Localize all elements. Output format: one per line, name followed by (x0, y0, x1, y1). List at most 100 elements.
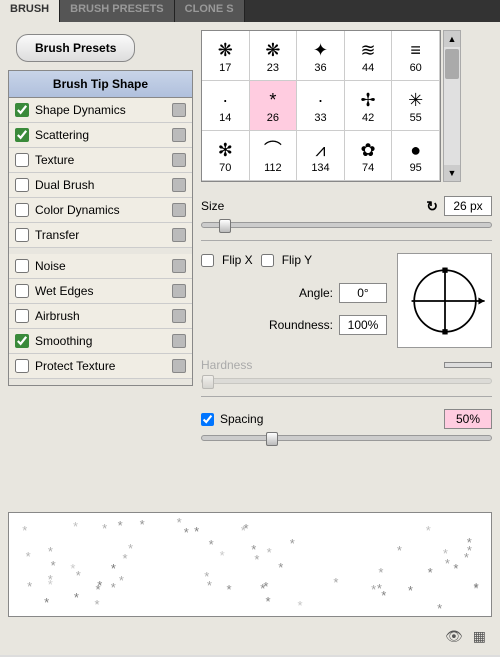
lock-icon[interactable] (172, 128, 186, 142)
brush-swatch[interactable]: ·14 (202, 81, 250, 131)
swatch-size: 26 (267, 112, 279, 124)
scroll-thumb[interactable] (445, 49, 459, 79)
option-scattering[interactable]: Scattering (9, 123, 192, 148)
option-label: Noise (35, 259, 66, 273)
brush-swatch[interactable]: ✿74 (345, 131, 393, 181)
flip-y-label: Flip Y (282, 253, 312, 267)
option-checkbox[interactable] (15, 103, 29, 117)
preview-dot: * (27, 579, 32, 594)
angle-input[interactable]: 0° (339, 283, 387, 303)
spacing-checkbox[interactable] (201, 413, 214, 426)
brush-swatch[interactable]: ⌒112 (250, 131, 298, 181)
new-preset-icon[interactable]: ▦ (473, 628, 486, 645)
option-checkbox[interactable] (15, 128, 29, 142)
option-checkbox[interactable] (15, 228, 29, 242)
roundness-label: Roundness: (269, 318, 333, 332)
brush-tip-shape-header[interactable]: Brush Tip Shape (9, 71, 192, 98)
brush-swatch[interactable]: ❋17 (202, 31, 250, 81)
option-shape-dynamics[interactable]: Shape Dynamics (9, 98, 192, 123)
lock-icon[interactable] (172, 103, 186, 117)
size-input[interactable]: 26 px (444, 196, 492, 216)
brush-swatch[interactable]: ✻70 (202, 131, 250, 181)
preview-dot: * (184, 525, 189, 540)
option-smoothing[interactable]: Smoothing (9, 329, 192, 354)
swatch-size: 55 (410, 112, 422, 124)
size-slider[interactable] (201, 222, 492, 228)
lock-icon[interactable] (172, 259, 186, 273)
swatch-glyph-icon: ⌒ (264, 138, 282, 162)
option-label: Wet Edges (35, 284, 93, 298)
option-texture[interactable]: Texture (9, 148, 192, 173)
brush-swatch[interactable]: ≋44 (345, 31, 393, 81)
option-checkbox[interactable] (15, 259, 29, 273)
preview-dot: * (128, 541, 133, 556)
swatch-glyph-icon: ⩘ (315, 138, 325, 162)
option-checkbox[interactable] (15, 153, 29, 167)
preview-dot: * (244, 521, 249, 536)
preview-dot: * (26, 549, 31, 564)
flip-y-checkbox[interactable] (261, 254, 274, 267)
option-airbrush[interactable]: Airbrush (9, 304, 192, 329)
option-label: Protect Texture (35, 359, 115, 373)
brush-swatch[interactable]: ✳55 (392, 81, 440, 131)
lock-icon[interactable] (172, 334, 186, 348)
brush-presets-button[interactable]: Brush Presets (16, 34, 135, 62)
lock-icon[interactable] (172, 203, 186, 217)
brush-swatch-grid[interactable]: ❋17❋23✦36≋44≡60·14*26·33✢42✳55✻70⌒112⩘13… (201, 30, 441, 182)
angle-label: Angle: (299, 286, 333, 300)
brush-swatch[interactable]: ●95 (392, 131, 440, 181)
option-checkbox[interactable] (15, 359, 29, 373)
preview-toggle-icon[interactable]: 👁 (445, 628, 463, 645)
reset-size-icon[interactable]: ↻ (426, 198, 438, 215)
option-noise[interactable]: Noise (9, 254, 192, 279)
lock-icon[interactable] (172, 309, 186, 323)
spacing-slider[interactable] (201, 435, 492, 441)
option-checkbox[interactable] (15, 309, 29, 323)
swatch-scrollbar[interactable]: ▲ ▼ (443, 30, 461, 182)
lock-icon[interactable] (172, 359, 186, 373)
scroll-down-icon[interactable]: ▼ (444, 165, 460, 181)
brush-swatch[interactable]: *26 (250, 81, 298, 131)
preview-dot: * (70, 561, 75, 576)
option-dual-brush[interactable]: Dual Brush (9, 173, 192, 198)
option-protect-texture[interactable]: Protect Texture (9, 354, 192, 379)
swatch-size: 95 (410, 162, 422, 174)
swatch-glyph-icon: ✻ (218, 138, 233, 162)
preview-dot: * (437, 601, 442, 616)
tab-brush[interactable]: BRUSH (0, 0, 60, 22)
angle-widget[interactable] (397, 253, 492, 348)
option-checkbox[interactable] (15, 203, 29, 217)
brush-swatch[interactable]: ✢42 (345, 81, 393, 131)
lock-icon[interactable] (172, 153, 186, 167)
preview-dot: * (254, 552, 259, 567)
spacing-input[interactable]: 50% (444, 409, 492, 429)
preview-dot: * (265, 594, 270, 609)
option-checkbox[interactable] (15, 334, 29, 348)
swatch-size: 36 (314, 62, 326, 74)
tab-clone-source[interactable]: CLONE S (175, 0, 245, 22)
option-transfer[interactable]: Transfer (9, 223, 192, 248)
brush-swatch[interactable]: ≡60 (392, 31, 440, 81)
preview-dot: * (44, 595, 49, 610)
option-checkbox[interactable] (15, 178, 29, 192)
preview-dot: * (97, 578, 102, 593)
lock-icon[interactable] (172, 178, 186, 192)
brush-swatch[interactable]: ✦36 (297, 31, 345, 81)
preview-dot: * (22, 523, 27, 538)
preview-dot: * (51, 558, 56, 573)
option-wet-edges[interactable]: Wet Edges (9, 279, 192, 304)
scroll-up-icon[interactable]: ▲ (444, 31, 460, 47)
flip-x-checkbox[interactable] (201, 254, 214, 267)
swatch-glyph-icon: ✳ (408, 88, 423, 112)
lock-icon[interactable] (172, 228, 186, 242)
option-checkbox[interactable] (15, 284, 29, 298)
tab-brush-presets[interactable]: BRUSH PRESETS (60, 0, 175, 22)
swatch-size: 60 (410, 62, 422, 74)
lock-icon[interactable] (172, 284, 186, 298)
roundness-input[interactable]: 100% (339, 315, 387, 335)
brush-swatch[interactable]: ❋23 (250, 31, 298, 81)
option-label: Scattering (35, 128, 89, 142)
option-color-dynamics[interactable]: Color Dynamics (9, 198, 192, 223)
brush-swatch[interactable]: ·33 (297, 81, 345, 131)
brush-swatch[interactable]: ⩘134 (297, 131, 345, 181)
